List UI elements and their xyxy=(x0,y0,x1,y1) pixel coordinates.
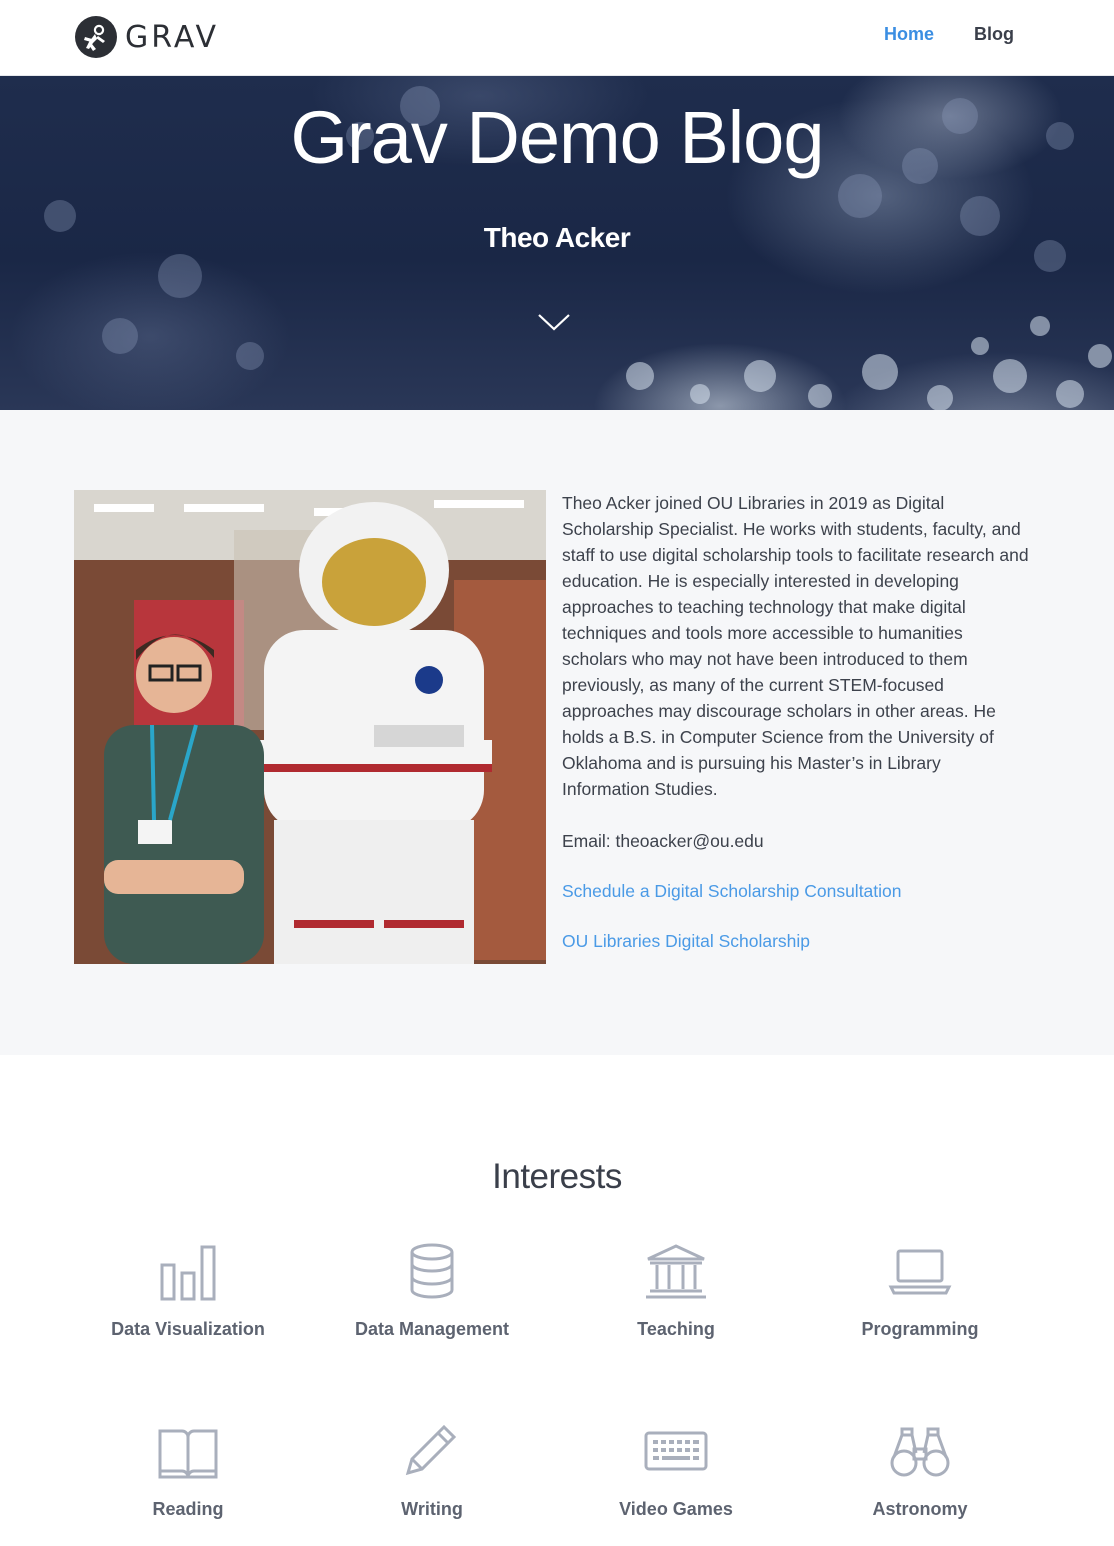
digital-scholarship-link[interactable]: OU Libraries Digital Scholarship xyxy=(562,928,810,954)
hero-title: Grav Demo Blog xyxy=(290,96,825,179)
profile-photo xyxy=(74,490,546,964)
nav-blog[interactable]: Blog xyxy=(974,24,1014,45)
interest-teaching: Teaching xyxy=(554,1243,798,1340)
interest-label: Writing xyxy=(401,1499,463,1519)
interest-data-management: Data Management xyxy=(310,1243,554,1340)
interest-label: Astronomy xyxy=(872,1499,968,1519)
interest-astronomy: Astronomy xyxy=(798,1423,1042,1520)
grav-logo[interactable]: GRAV xyxy=(74,15,219,59)
bio-paragraph: Theo Acker joined OU Libraries in 2019 a… xyxy=(562,493,1029,799)
keyboard-icon xyxy=(644,1431,708,1471)
bio-section: Theo Acker joined OU Libraries in 2019 a… xyxy=(0,410,1114,1055)
interest-data-visualization: Data Visualization xyxy=(66,1243,310,1340)
interest-label: Teaching xyxy=(637,1319,715,1339)
interest-label: Data Visualization xyxy=(111,1319,265,1339)
interest-writing: Writing xyxy=(310,1423,554,1520)
main-nav: Home Blog xyxy=(884,24,1014,45)
chevron-down-icon[interactable] xyxy=(537,312,571,332)
interest-reading: Reading xyxy=(66,1423,310,1520)
interest-label: Data Management xyxy=(354,1319,510,1339)
book-icon xyxy=(158,1429,218,1479)
interest-label: Reading xyxy=(152,1499,224,1519)
interest-programming: Programming xyxy=(798,1243,1042,1340)
interests-section: Interests Data Visualization Data Manage… xyxy=(0,1055,1114,1545)
interest-label: Video Games xyxy=(619,1499,733,1519)
database-icon xyxy=(410,1243,454,1299)
interest-video-games: Video Games xyxy=(554,1423,798,1520)
binoculars-icon xyxy=(890,1427,950,1477)
bio-email: Email: theoacker@ou.edu xyxy=(562,831,764,851)
institution-icon xyxy=(646,1244,706,1299)
interest-label: Programming xyxy=(861,1319,979,1339)
consultation-link[interactable]: Schedule a Digital Scholarship Consultat… xyxy=(562,878,902,904)
laptop-icon xyxy=(888,1249,952,1295)
hero-banner: Grav Demo Blog Theo Acker xyxy=(0,76,1114,410)
pencil-icon xyxy=(405,1424,457,1476)
site-header: GRAV Home Blog xyxy=(0,0,1114,76)
brand-text: GRAV xyxy=(125,19,220,55)
bar-chart-icon xyxy=(160,1245,216,1301)
hero-subtitle: Theo Acker xyxy=(483,222,631,253)
interests-title: Interests xyxy=(492,1157,622,1196)
nav-home[interactable]: Home xyxy=(884,24,934,45)
astronaut-logo-icon xyxy=(75,16,117,58)
